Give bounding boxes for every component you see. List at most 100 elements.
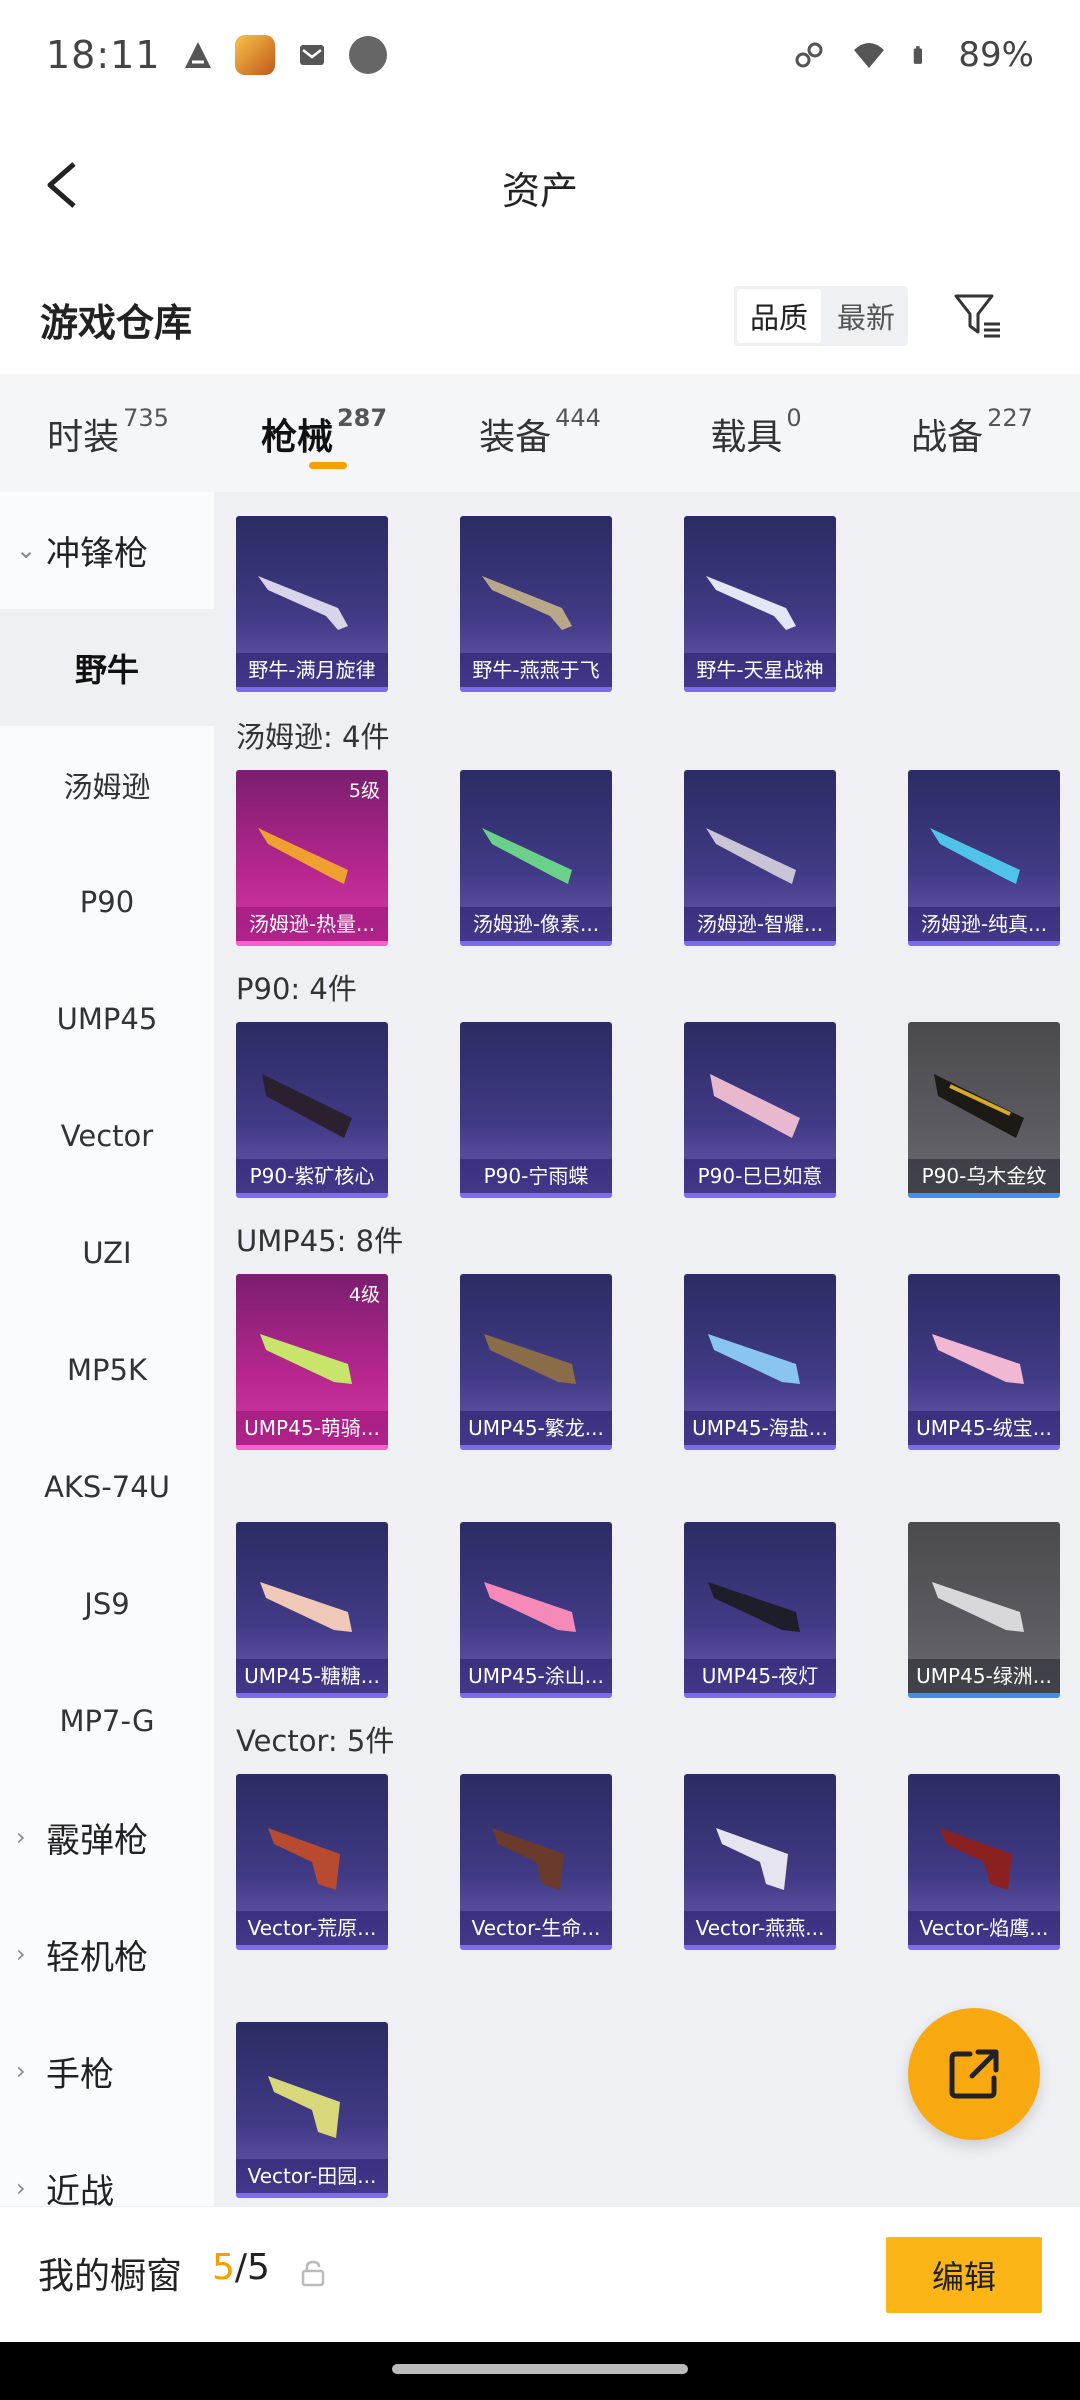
- skin-card[interactable]: 汤姆逊-纯真...: [908, 770, 1060, 946]
- skin-name: Vector-田园...: [236, 2159, 388, 2193]
- level-badge: 5级: [348, 780, 380, 802]
- gun-skin-icon: [482, 828, 572, 884]
- sidebar-item-ump45[interactable]: UMP45: [0, 960, 214, 1077]
- chevron-right-icon: ›: [16, 2057, 26, 2085]
- group-header-thompson: 汤姆逊: 4件: [236, 720, 390, 754]
- skin-card[interactable]: UMP45-海盐...: [684, 1274, 836, 1450]
- tab-firearms[interactable]: 枪械 287: [216, 374, 432, 492]
- skin-card[interactable]: P90-宁雨蝶: [460, 1022, 612, 1198]
- sidebar-item-js9[interactable]: JS9: [0, 1545, 214, 1662]
- sidebar-category-pistol[interactable]: › 手枪: [0, 2013, 214, 2130]
- skin-card[interactable]: 野牛-燕燕于飞: [460, 516, 612, 692]
- lock-icon: [301, 2260, 325, 2287]
- skin-name: UMP45-绒宝...: [908, 1411, 1060, 1445]
- tab-equipment[interactable]: 装备 444: [432, 374, 648, 492]
- gun-skin-icon: [708, 1334, 800, 1384]
- skin-card[interactable]: P90-乌木金纹: [908, 1022, 1060, 1198]
- showcase-count-current: 5: [212, 2247, 235, 2288]
- sidebar-category-shotgun[interactable]: › 霰弹枪: [0, 1779, 214, 1896]
- skin-card[interactable]: P90-巳巳如意: [684, 1022, 836, 1198]
- skin-card[interactable]: Vector-焰鹰...: [908, 1774, 1060, 1950]
- filter-icon[interactable]: [950, 288, 1006, 344]
- sidebar-item-thompson[interactable]: 汤姆逊: [0, 726, 214, 843]
- weapon-skin-grid: 野牛-满月旋律 野牛-燕燕于飞 野牛-天星战神 汤姆逊: 4件 5级汤姆逊-热量…: [214, 492, 1080, 2206]
- showcase-bar: 我的橱窗 5/5 编辑: [0, 2206, 1080, 2342]
- sidebar-item-label: 霰弹枪: [46, 1821, 148, 1861]
- link-icon: [795, 42, 823, 68]
- skin-card[interactable]: 4级 UMP45-萌骑...: [236, 1274, 388, 1450]
- skin-card[interactable]: Vector-荒原...: [236, 1774, 388, 1950]
- skin-name: Vector-荒原...: [236, 1911, 388, 1945]
- skin-card[interactable]: Vector-燕燕...: [684, 1774, 836, 1950]
- tab-count: 227: [987, 404, 1033, 432]
- sidebar-category-lmg[interactable]: › 轻机枪: [0, 1896, 214, 2013]
- chevron-down-icon: ⌄: [16, 536, 37, 564]
- skin-card[interactable]: UMP45-绒宝...: [908, 1274, 1060, 1450]
- sort-latest-button[interactable]: 最新: [824, 286, 908, 346]
- gun-skin-icon: [706, 828, 796, 884]
- sidebar-item-uzi[interactable]: UZI: [0, 1194, 214, 1311]
- gun-skin-icon: [716, 1828, 788, 1890]
- sidebar-item-mp5k[interactable]: MP5K: [0, 1311, 214, 1428]
- skin-card[interactable]: 汤姆逊-智耀...: [684, 770, 836, 946]
- gun-skin-icon: [706, 576, 796, 630]
- sidebar-item-label: 手枪: [46, 2055, 114, 2095]
- skin-card[interactable]: Vector-生命...: [460, 1774, 612, 1950]
- sidebar-category-melee[interactable]: › 近战: [0, 2130, 214, 2206]
- skin-card[interactable]: 野牛-满月旋律: [236, 516, 388, 692]
- home-gesture-handle[interactable]: [392, 2364, 688, 2374]
- skin-name: 汤姆逊-像素...: [460, 907, 612, 941]
- skin-card[interactable]: 汤姆逊-像素...: [460, 770, 612, 946]
- sort-quality-button[interactable]: 品质: [737, 289, 821, 343]
- skin-name: 野牛-燕燕于飞: [460, 653, 612, 687]
- gun-skin-icon: [934, 1074, 1024, 1138]
- gun-skin-icon: [268, 2076, 340, 2138]
- edit-button[interactable]: 编辑: [886, 2237, 1042, 2313]
- tab-count: 287: [336, 404, 388, 432]
- skin-name: UMP45-萌骑...: [236, 1411, 388, 1445]
- sidebar-item-p90[interactable]: P90: [0, 843, 214, 960]
- chevron-right-icon: ›: [16, 1940, 26, 1968]
- calendar-icon: [348, 36, 387, 74]
- skin-name: P90-紫矿核心: [236, 1159, 388, 1193]
- gun-skin-icon: [492, 1828, 564, 1890]
- tab-fashion[interactable]: 时装 735: [0, 374, 216, 492]
- tab-vehicles[interactable]: 载具 0: [648, 374, 864, 492]
- tab-supplies[interactable]: 战备 227: [864, 374, 1080, 492]
- group-header-ump45: UMP45: 8件: [236, 1224, 404, 1258]
- sidebar-item-bison[interactable]: 野牛: [0, 609, 214, 726]
- skin-card[interactable]: 野牛-天星战神: [684, 516, 836, 692]
- skin-card[interactable]: UMP45-绿洲...: [908, 1522, 1060, 1698]
- gun-skin-icon: [482, 576, 572, 630]
- skin-name: 汤姆逊-热量...: [236, 907, 388, 941]
- skin-name: 汤姆逊-纯真...: [908, 907, 1060, 941]
- tab-count: 735: [123, 404, 169, 432]
- share-fab[interactable]: [908, 2008, 1040, 2140]
- sidebar-item-mp7g[interactable]: MP7-G: [0, 1662, 214, 1779]
- gun-skin-icon: [262, 1074, 352, 1138]
- gun-skin-icon: [268, 1828, 340, 1890]
- sidebar-item-label: 近战: [46, 2172, 114, 2206]
- sidebar-item-label: 轻机枪: [46, 1938, 148, 1978]
- skin-name: Vector-焰鹰...: [908, 1911, 1060, 1945]
- sidebar-category-smg[interactable]: ⌄ 冲锋枪: [0, 492, 214, 609]
- gun-skin-icon: [484, 1334, 576, 1384]
- skin-card[interactable]: 5级汤姆逊-热量...: [236, 770, 388, 946]
- tab-label: 装备: [479, 417, 552, 458]
- sidebar-item-vector[interactable]: Vector: [0, 1077, 214, 1194]
- gun-skin-icon: [932, 1582, 1024, 1632]
- skin-card[interactable]: UMP45-糖糖...: [236, 1522, 388, 1698]
- sidebar-item-aks74u[interactable]: AKS-74U: [0, 1428, 214, 1545]
- skin-card[interactable]: UMP45-涂山...: [460, 1522, 612, 1698]
- skin-name: P90-巳巳如意: [684, 1159, 836, 1193]
- skin-card[interactable]: UMP45-繁龙...: [460, 1274, 612, 1450]
- skin-card[interactable]: UMP45-夜灯: [684, 1522, 836, 1698]
- store-header: 游戏仓库 品质 最新: [0, 270, 1080, 370]
- skin-card[interactable]: P90-紫矿核心: [236, 1022, 388, 1198]
- skin-name: Vector-燕燕...: [684, 1911, 836, 1945]
- external-link-icon: [949, 2049, 999, 2099]
- skin-name: P90-乌木金纹: [908, 1159, 1060, 1193]
- skin-card[interactable]: Vector-田园...: [236, 2022, 388, 2198]
- mail-icon: [299, 45, 324, 65]
- skin-name: UMP45-绿洲...: [908, 1659, 1060, 1693]
